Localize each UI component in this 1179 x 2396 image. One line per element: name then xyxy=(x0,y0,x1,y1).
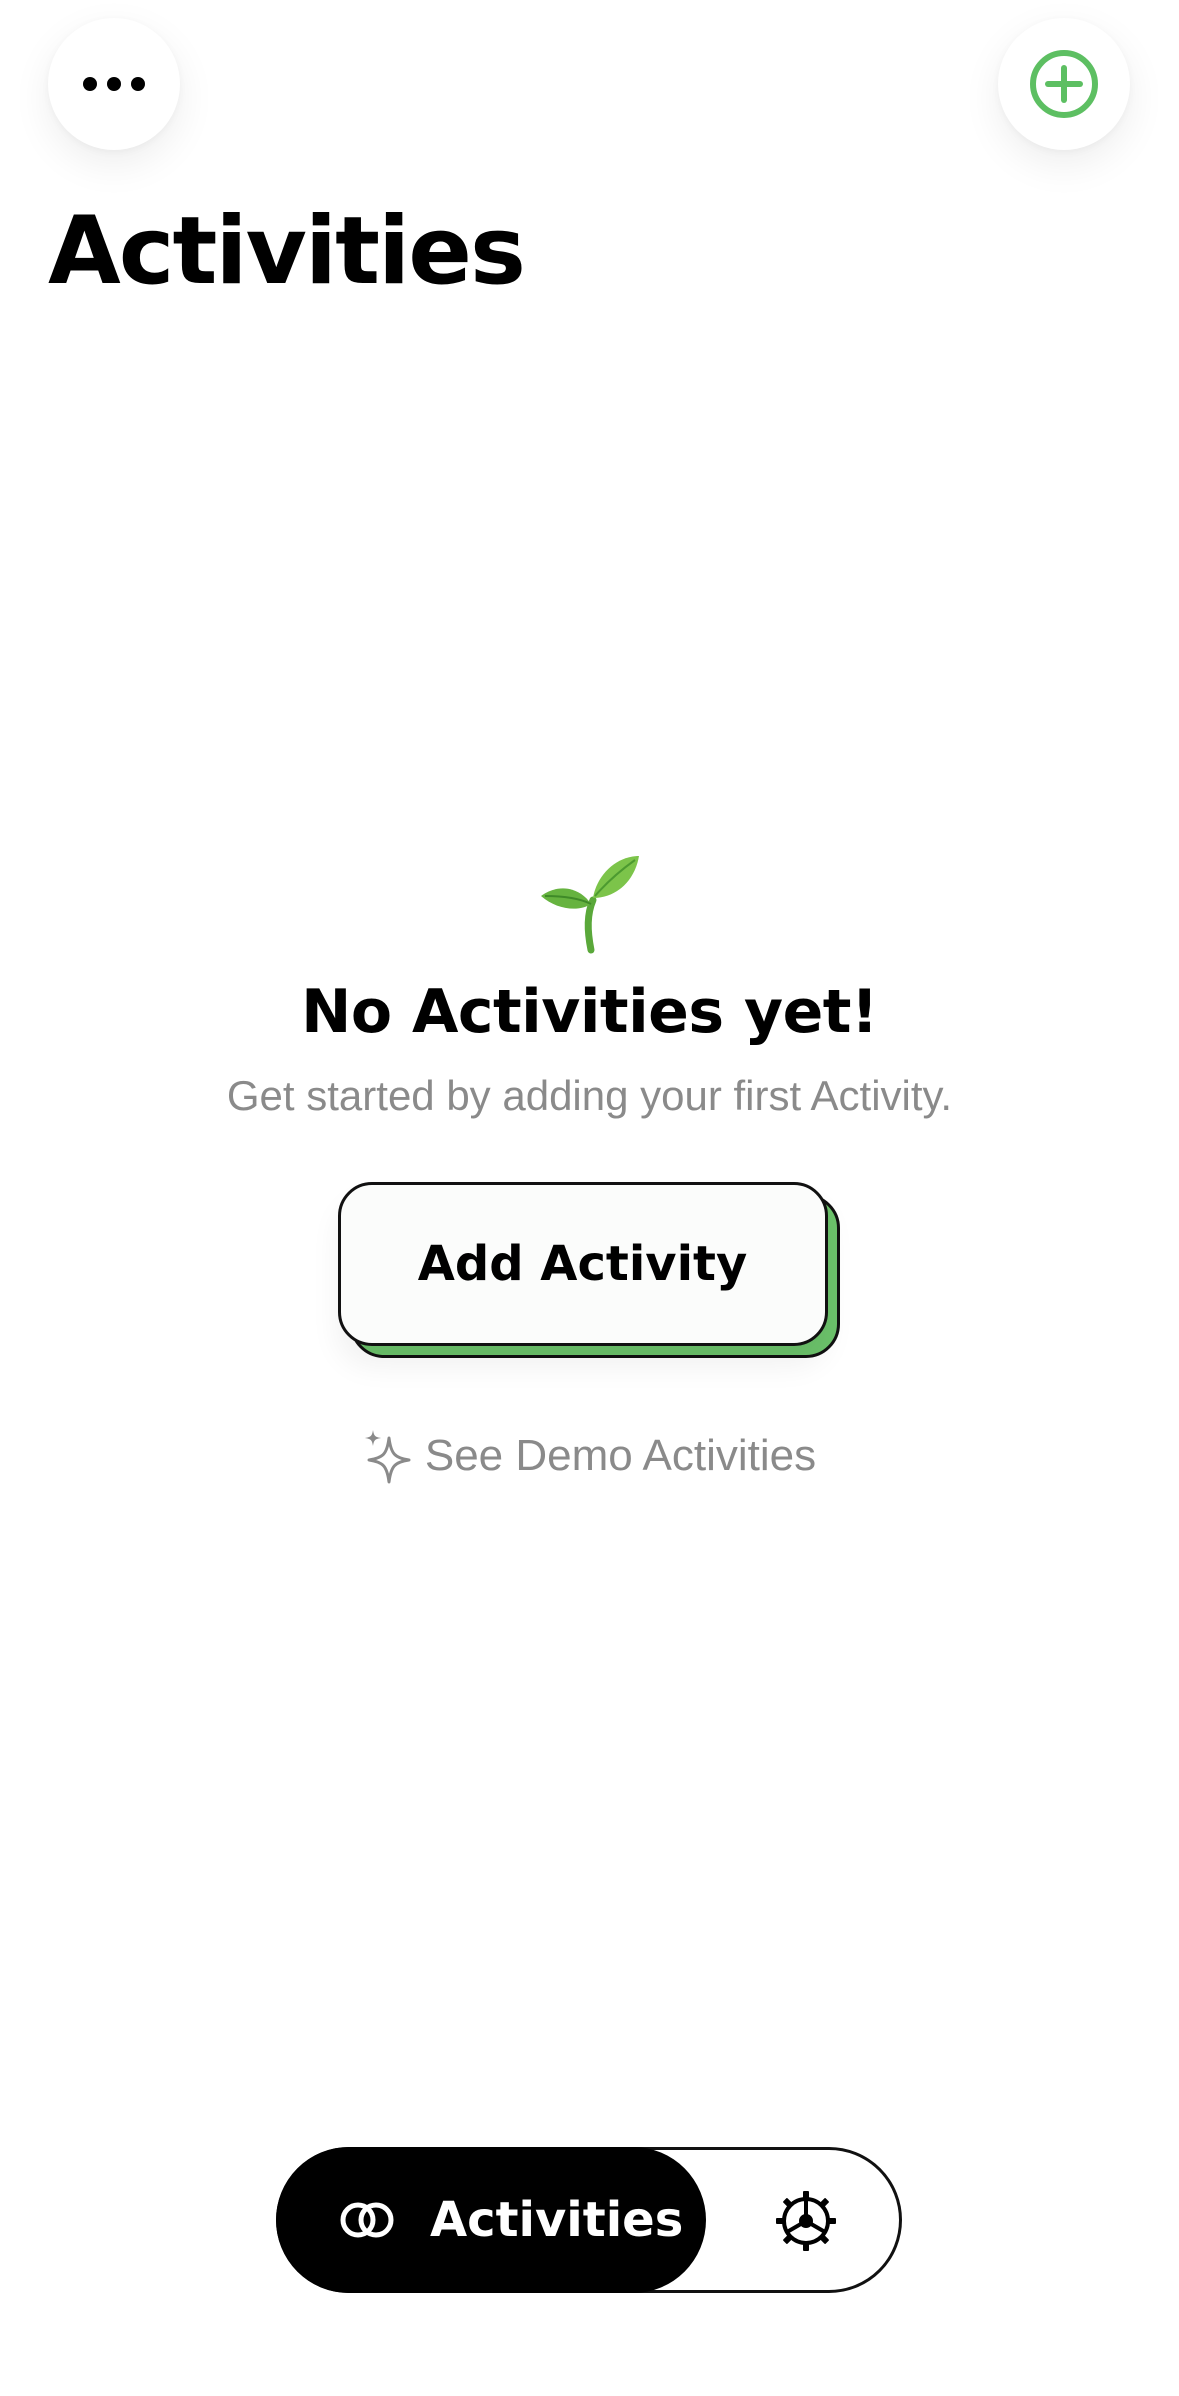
page-title: Activities xyxy=(48,197,526,306)
gear-icon xyxy=(776,2191,836,2251)
tab-settings[interactable] xyxy=(761,2176,851,2266)
see-demo-activities-link[interactable]: See Demo Activities xyxy=(363,1428,816,1484)
empty-state-title: No Activities yet! xyxy=(301,977,878,1047)
add-activity-label: Add Activity xyxy=(417,1236,748,1292)
see-demo-activities-label: See Demo Activities xyxy=(424,1431,817,1480)
more-options-button[interactable] xyxy=(48,18,180,150)
tab-activities[interactable]: Activities xyxy=(276,2147,706,2293)
empty-state-subtitle: Get started by adding your first Activit… xyxy=(226,1072,953,1119)
plus-circle-icon xyxy=(1030,50,1098,118)
add-activity-button-wrapper: Add Activity xyxy=(337,1182,842,1358)
overlapping-circles-icon xyxy=(340,2202,394,2238)
sparkles-icon xyxy=(364,1430,411,1484)
seedling-icon xyxy=(540,856,639,954)
empty-state: No Activities yet! Get started by adding… xyxy=(0,846,1179,1484)
ellipsis-icon xyxy=(83,77,145,91)
add-activity-button[interactable]: Add Activity xyxy=(337,1182,828,1346)
tab-activities-label: Activities xyxy=(430,2192,684,2248)
add-activity-top-button[interactable] xyxy=(998,18,1130,150)
tab-bar: Activities xyxy=(276,2147,902,2293)
